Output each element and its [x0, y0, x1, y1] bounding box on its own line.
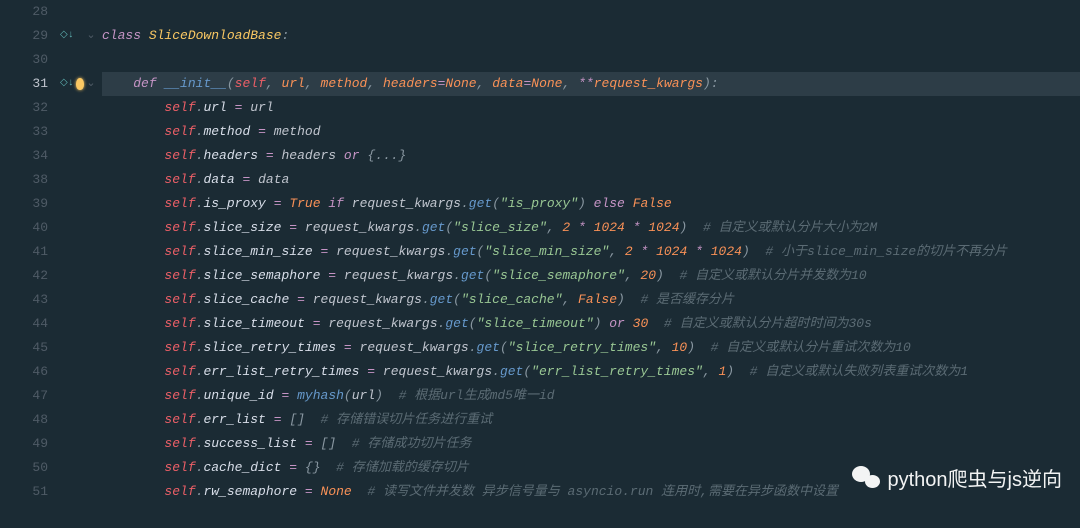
code-line[interactable]: self.method = method — [102, 120, 1080, 144]
fold-toggle — [84, 48, 98, 72]
code-line[interactable]: self.url = url — [102, 96, 1080, 120]
fold-toggle — [84, 240, 98, 264]
code-line[interactable] — [102, 504, 1080, 528]
code-line[interactable]: self.success_list = [] # 存储成功切片任务 — [102, 432, 1080, 456]
code-line[interactable] — [102, 48, 1080, 72]
fold-toggle — [84, 312, 98, 336]
code-line[interactable]: self.slice_min_size = request_kwargs.get… — [102, 240, 1080, 264]
line-number[interactable]: 41 — [0, 240, 54, 264]
code-line[interactable]: self.slice_semaphore = request_kwargs.ge… — [102, 264, 1080, 288]
line-number[interactable]: 39 — [0, 192, 54, 216]
fold-toggle[interactable]: ⌄ — [84, 24, 98, 48]
gutter-marker[interactable] — [58, 144, 84, 168]
gutter-marker[interactable] — [58, 168, 84, 192]
fold-toggle — [84, 0, 98, 24]
gutter-marker[interactable] — [58, 480, 84, 504]
gutter-marker[interactable] — [58, 336, 84, 360]
gutter-marker[interactable] — [58, 0, 84, 24]
watermark-text: python爬虫与js逆向 — [888, 463, 1063, 492]
fold-toggle — [84, 120, 98, 144]
code-line[interactable]: self.data = data — [102, 168, 1080, 192]
line-number[interactable]: 47 — [0, 384, 54, 408]
code-line[interactable]: self.err_list = [] # 存储错误切片任务进行重试 — [102, 408, 1080, 432]
fold-toggle — [84, 432, 98, 456]
line-number[interactable]: 45 — [0, 336, 54, 360]
line-number[interactable]: 28 — [0, 0, 54, 24]
gutter-marker[interactable] — [58, 120, 84, 144]
fold-toggle — [84, 168, 98, 192]
gutter-marker[interactable] — [58, 312, 84, 336]
line-number[interactable]: 51 — [0, 480, 54, 504]
fold-toggle — [84, 384, 98, 408]
code-line[interactable]: self.is_proxy = True if request_kwargs.g… — [102, 192, 1080, 216]
line-number[interactable]: 43 — [0, 288, 54, 312]
line-number[interactable]: 46 — [0, 360, 54, 384]
line-number[interactable]: 42 — [0, 264, 54, 288]
gutter-marker[interactable] — [58, 48, 84, 72]
fold-toggle — [84, 360, 98, 384]
fold-toggle — [84, 480, 98, 504]
line-number[interactable]: 30 — [0, 48, 54, 72]
line-number[interactable]: 32 — [0, 96, 54, 120]
gutter-marker[interactable] — [58, 384, 84, 408]
lightbulb-icon[interactable] — [76, 78, 84, 90]
fold-toggle — [84, 504, 98, 528]
fold-toggle — [84, 144, 98, 168]
line-number[interactable]: 33 — [0, 120, 54, 144]
bookmark-icon[interactable]: ◇↓ — [60, 72, 74, 96]
code-area[interactable]: class SliceDownloadBase: def __init__(se… — [98, 0, 1080, 510]
gutter-marker[interactable]: ◇↓ — [58, 24, 84, 48]
fold-toggle — [84, 96, 98, 120]
code-line[interactable]: self.slice_size = request_kwargs.get("sl… — [102, 216, 1080, 240]
code-line[interactable]: def __init__(self, url, method, headers=… — [102, 72, 1080, 96]
line-number[interactable]: 29 — [0, 24, 54, 48]
line-number[interactable]: 49 — [0, 432, 54, 456]
gutter-marker[interactable]: ◇↓ — [58, 72, 84, 96]
gutter-marker[interactable] — [58, 264, 84, 288]
gutter-marker[interactable] — [58, 216, 84, 240]
fold-toggle — [84, 456, 98, 480]
line-number[interactable]: 44 — [0, 312, 54, 336]
marker-gutter[interactable]: ◇↓ ◇↓ — [58, 0, 84, 510]
gutter-marker[interactable] — [58, 408, 84, 432]
fold-toggle — [84, 192, 98, 216]
fold-gutter[interactable]: ⌄⌄ — [84, 0, 98, 510]
code-line[interactable]: class SliceDownloadBase: — [102, 24, 1080, 48]
gutter-marker[interactable] — [58, 504, 84, 528]
code-line[interactable]: self.slice_retry_times = request_kwargs.… — [102, 336, 1080, 360]
line-number[interactable]: 38 — [0, 168, 54, 192]
gutter-marker[interactable] — [58, 288, 84, 312]
watermark: python爬虫与js逆向 — [852, 463, 1063, 492]
gutter-marker[interactable] — [58, 432, 84, 456]
gutter-marker[interactable] — [58, 360, 84, 384]
line-number[interactable] — [0, 504, 54, 528]
fold-toggle — [84, 264, 98, 288]
gutter-marker[interactable] — [58, 240, 84, 264]
code-line[interactable]: self.err_list_retry_times = request_kwar… — [102, 360, 1080, 384]
fold-toggle — [84, 408, 98, 432]
fold-toggle — [84, 336, 98, 360]
code-line[interactable] — [102, 0, 1080, 24]
line-number[interactable]: 48 — [0, 408, 54, 432]
code-line[interactable]: self.unique_id = myhash(url) # 根据url生成md… — [102, 384, 1080, 408]
fold-toggle[interactable]: ⌄ — [84, 72, 98, 96]
fold-toggle — [84, 288, 98, 312]
wechat-icon — [852, 464, 880, 492]
gutter-marker[interactable] — [58, 192, 84, 216]
line-number[interactable]: 40 — [0, 216, 54, 240]
code-line[interactable]: self.headers = headers or {...} — [102, 144, 1080, 168]
line-number[interactable]: 50 — [0, 456, 54, 480]
fold-toggle — [84, 216, 98, 240]
gutter-marker[interactable] — [58, 456, 84, 480]
line-number[interactable]: 34 — [0, 144, 54, 168]
code-line[interactable]: self.slice_cache = request_kwargs.get("s… — [102, 288, 1080, 312]
bookmark-icon[interactable]: ◇↓ — [60, 24, 74, 48]
line-number[interactable]: 31 — [0, 72, 54, 96]
code-editor[interactable]: 2829303132333438394041424344454647484950… — [0, 0, 1080, 510]
line-number-gutter[interactable]: 2829303132333438394041424344454647484950… — [0, 0, 58, 510]
code-line[interactable]: self.slice_timeout = request_kwargs.get(… — [102, 312, 1080, 336]
gutter-marker[interactable] — [58, 96, 84, 120]
